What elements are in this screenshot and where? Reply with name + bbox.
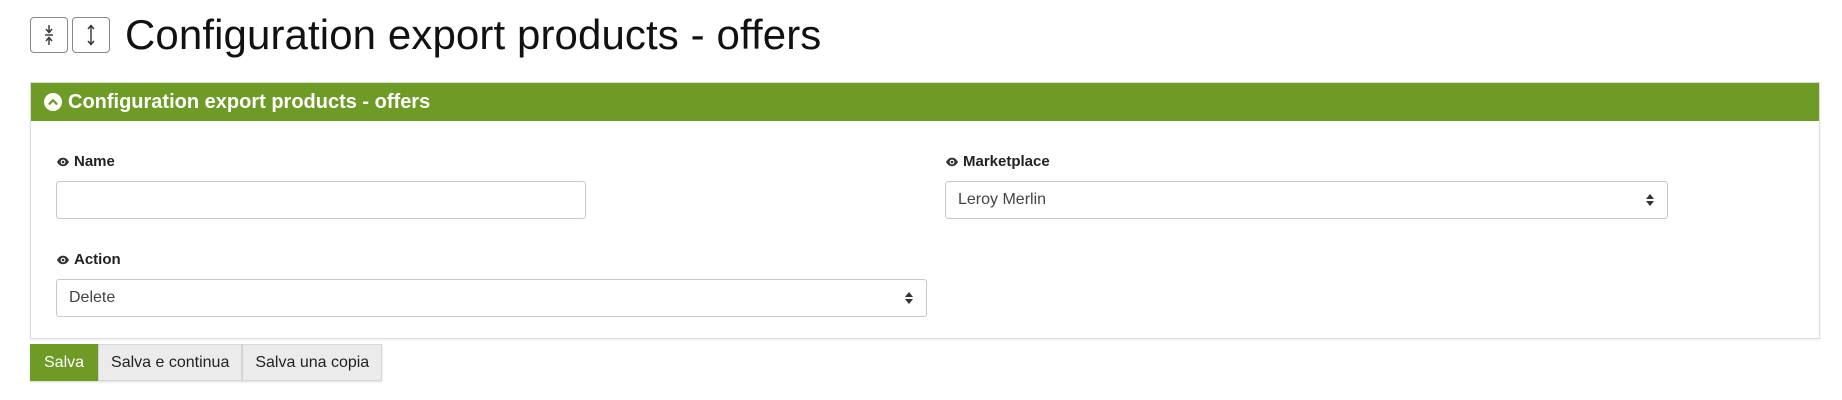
action-select[interactable]: Delete bbox=[56, 279, 927, 317]
form-actions: Salva Salva e continua Salva una copia bbox=[30, 344, 383, 381]
eye-icon bbox=[945, 157, 959, 167]
marketplace-select[interactable]: Leroy Merlin bbox=[945, 181, 1668, 219]
config-panel: Configuration export products - offers N… bbox=[30, 82, 1820, 339]
collapse-vertical-icon bbox=[45, 25, 53, 45]
page-header: Configuration export products - offers bbox=[30, 14, 821, 56]
marketplace-label-text: Marketplace bbox=[963, 153, 1050, 170]
collapse-all-button[interactable] bbox=[30, 17, 68, 53]
save-copy-button[interactable]: Salva una copia bbox=[242, 344, 383, 381]
eye-icon bbox=[56, 157, 70, 167]
action-label-text: Action bbox=[74, 251, 121, 268]
marketplace-label: Marketplace bbox=[945, 153, 1050, 170]
expand-vertical-icon bbox=[87, 24, 95, 46]
page-title: Configuration export products - offers bbox=[125, 11, 822, 58]
name-label: Name bbox=[56, 153, 115, 170]
save-button[interactable]: Salva bbox=[30, 344, 99, 381]
name-label-text: Name bbox=[74, 153, 115, 170]
marketplace-value: Leroy Merlin bbox=[958, 191, 1047, 208]
eye-icon bbox=[56, 255, 70, 265]
name-input[interactable] bbox=[56, 181, 586, 219]
expand-all-button[interactable] bbox=[72, 17, 110, 53]
action-value: Delete bbox=[69, 289, 116, 306]
panel-title: Configuration export products - offers bbox=[68, 90, 431, 113]
chevron-up-circle-icon bbox=[44, 93, 62, 111]
action-label: Action bbox=[56, 251, 121, 268]
panel-header[interactable]: Configuration export products - offers bbox=[31, 83, 1819, 121]
sort-caret-icon bbox=[904, 291, 914, 305]
sort-caret-icon bbox=[1645, 193, 1655, 207]
save-and-continue-button[interactable]: Salva e continua bbox=[98, 344, 243, 381]
